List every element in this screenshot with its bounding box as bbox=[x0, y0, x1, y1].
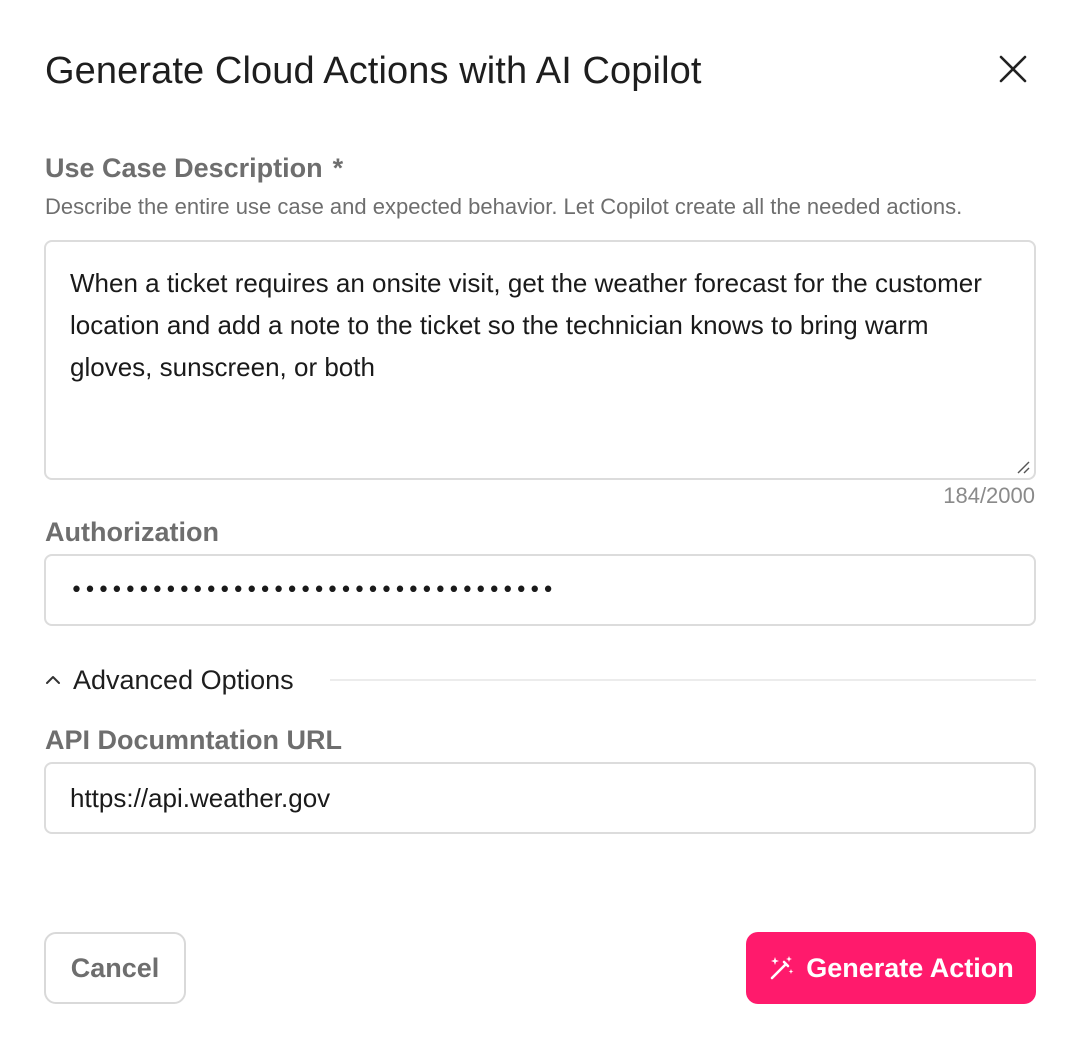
close-button[interactable] bbox=[990, 46, 1036, 92]
character-counter: 184/2000 bbox=[943, 483, 1035, 508]
advanced-options-label: Advanced Options bbox=[73, 664, 294, 695]
authorization-input[interactable]: •••••••••••••••••••••••••••••••••••• bbox=[44, 554, 1036, 626]
authorization-label: Authorization bbox=[45, 517, 219, 547]
dialog-title: Generate Cloud Actions with AI Copilot bbox=[45, 50, 702, 92]
use-case-help-text: Describe the entire use case and expecte… bbox=[45, 194, 963, 219]
advanced-options-divider bbox=[330, 679, 1036, 681]
magic-wand-icon bbox=[768, 954, 796, 982]
authorization-masked-value: •••••••••••••••••••••••••••••••••••• bbox=[70, 577, 556, 603]
required-mark: * bbox=[332, 153, 344, 183]
cancel-button[interactable]: Cancel bbox=[44, 932, 186, 1004]
use-case-label-text: Use Case Description bbox=[45, 153, 323, 183]
use-case-value: When a ticket requires an onsite visit, … bbox=[70, 268, 982, 382]
use-case-textarea[interactable]: When a ticket requires an onsite visit, … bbox=[44, 240, 1036, 480]
copilot-dialog: Generate Cloud Actions with AI Copilot U… bbox=[0, 0, 1080, 1048]
api-docs-url-input[interactable]: https://api.weather.gov bbox=[44, 762, 1036, 834]
use-case-label: Use Case Description * bbox=[45, 152, 343, 184]
chevron-up-icon bbox=[46, 676, 60, 684]
advanced-options-toggle[interactable]: Advanced Options bbox=[45, 660, 294, 700]
resize-handle-icon[interactable] bbox=[1014, 458, 1030, 474]
generate-action-button[interactable]: Generate Action bbox=[746, 932, 1036, 1004]
api-docs-label: API Documntation URL bbox=[45, 725, 342, 755]
generate-action-label: Generate Action bbox=[806, 952, 1014, 983]
api-docs-url-value: https://api.weather.gov bbox=[70, 782, 331, 813]
close-icon bbox=[999, 55, 1027, 83]
